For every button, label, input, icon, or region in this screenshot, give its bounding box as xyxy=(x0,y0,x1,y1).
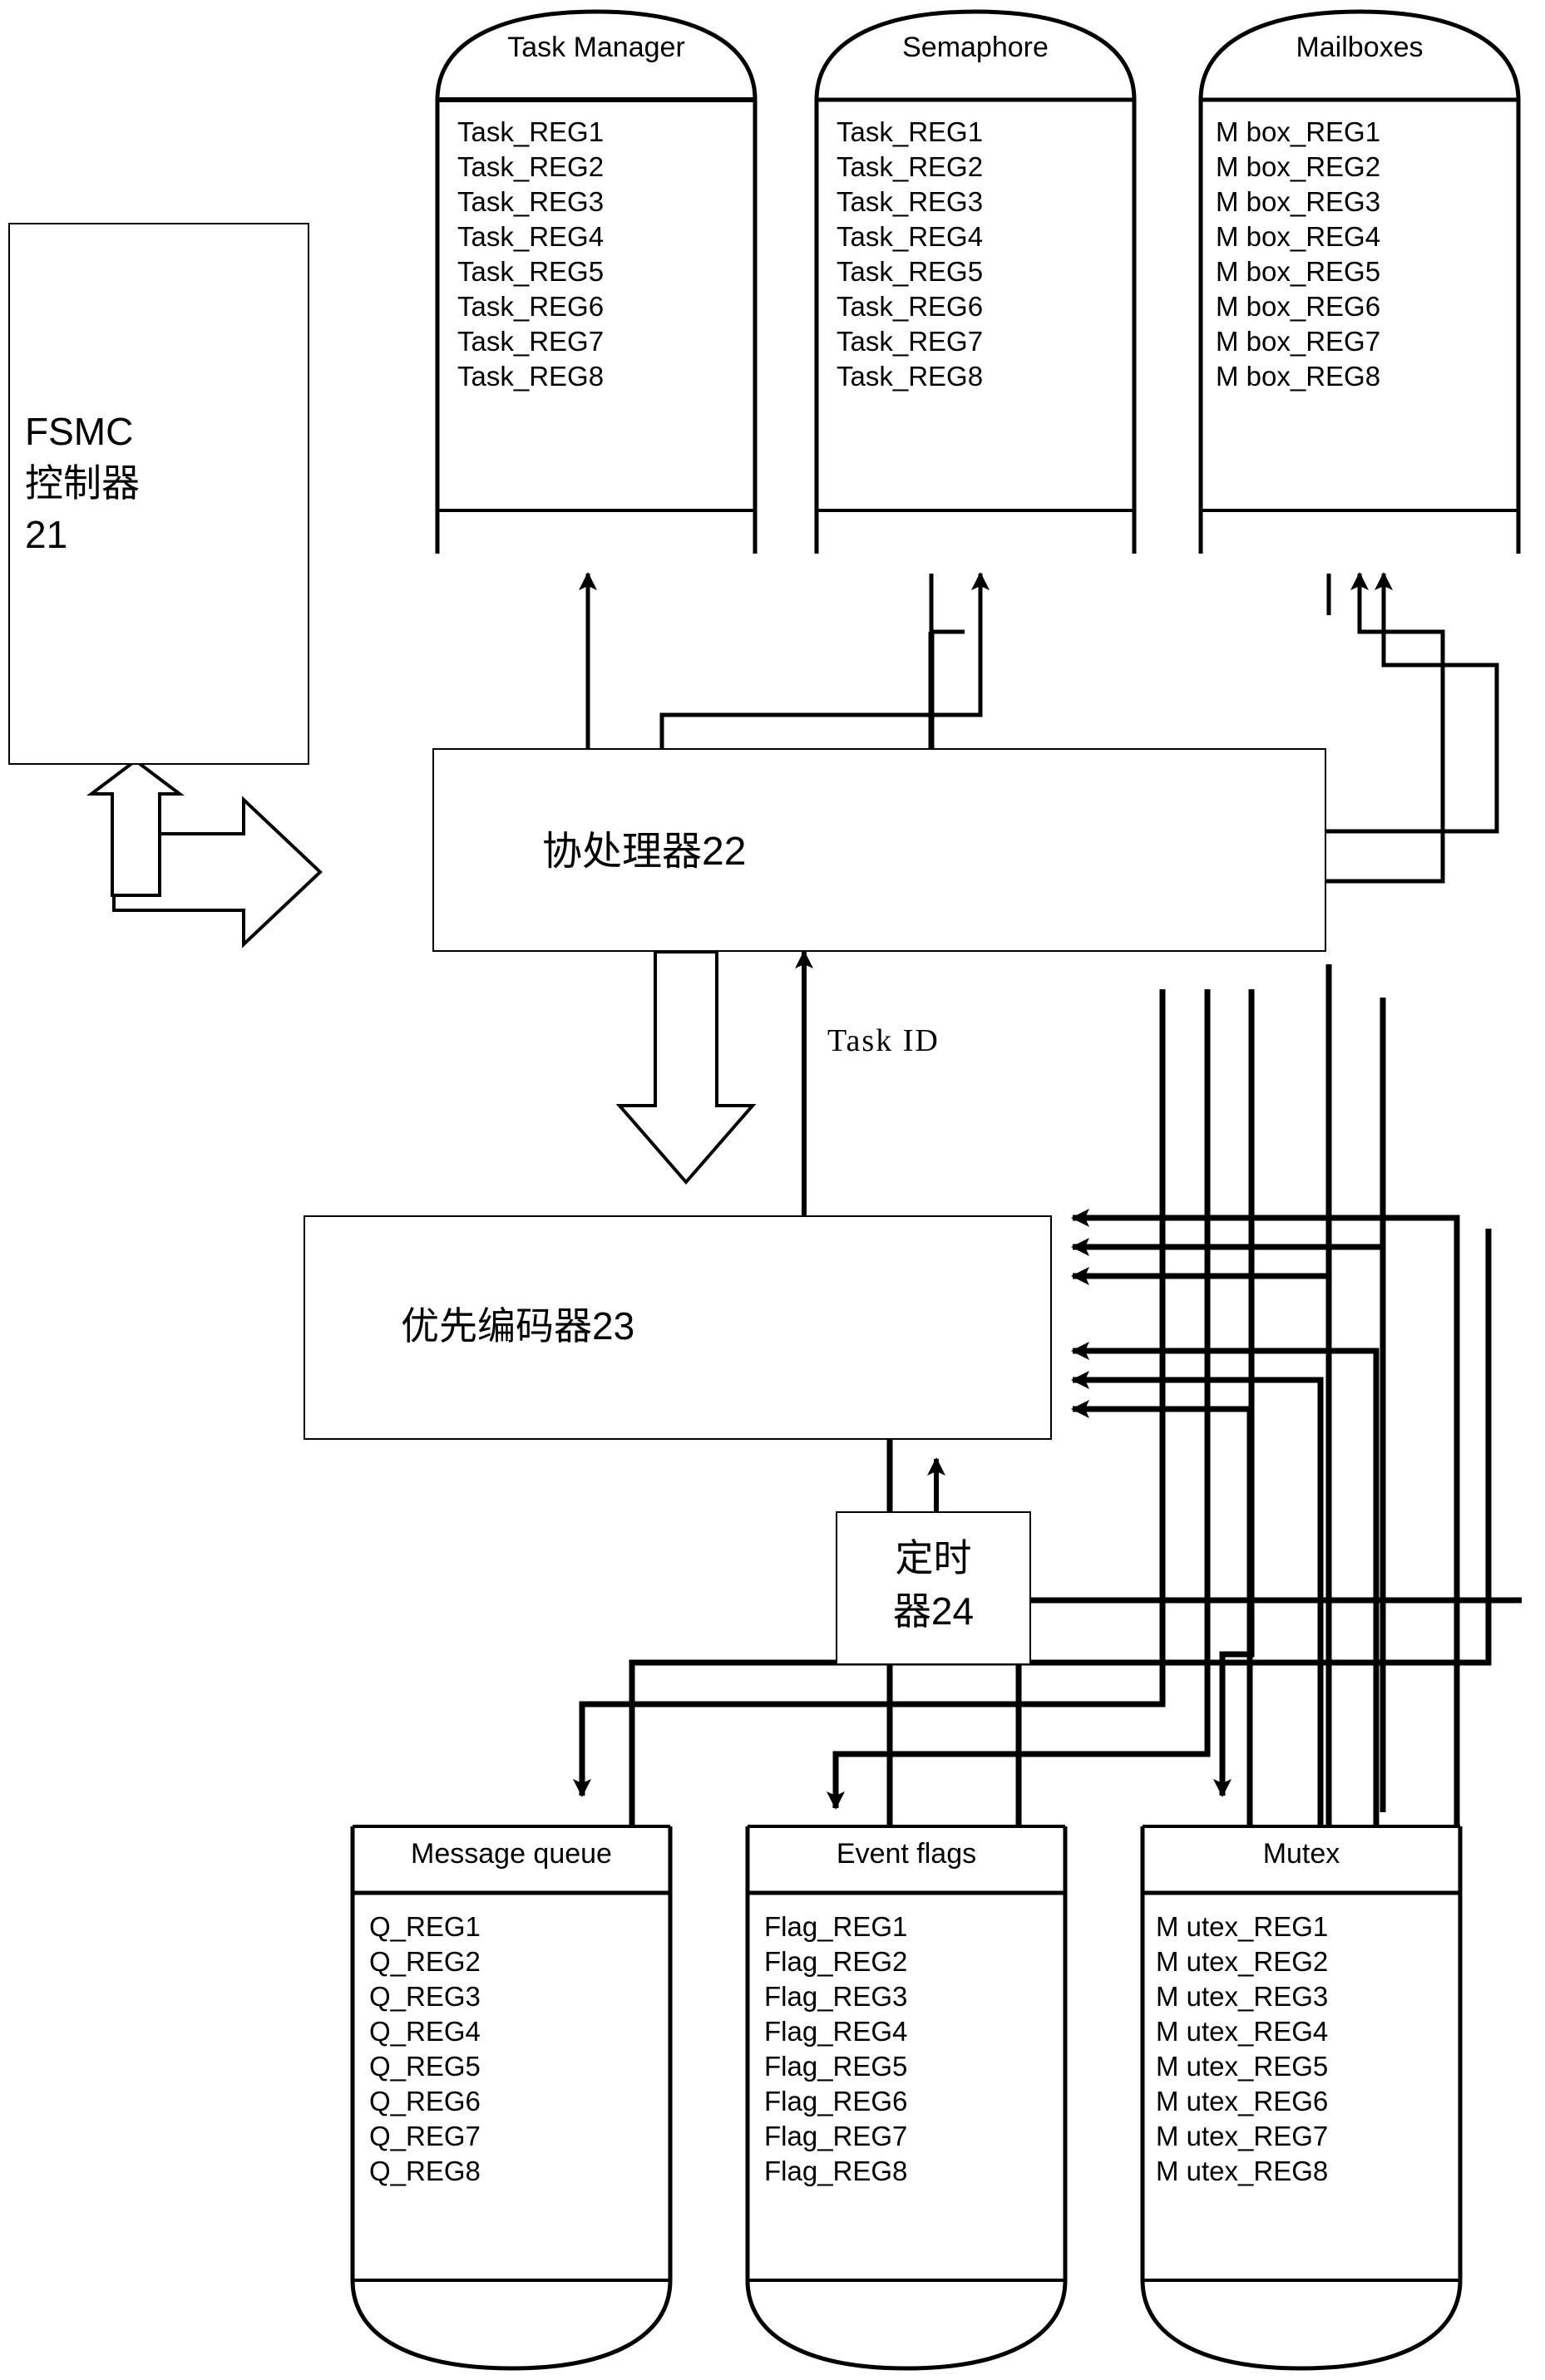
message-queue-register-list: Q_REG1 Q_REG2 Q_REG3 Q_REG4 Q_REG5 Q_REG… xyxy=(369,1909,481,2189)
task-id-wire-label: Task ID xyxy=(827,1023,940,1058)
register-item: Task_REG5 xyxy=(837,256,984,287)
register-item: M box_REG4 xyxy=(1216,221,1381,252)
register-item: Flag_REG2 xyxy=(764,1946,908,1977)
register-item: M utex_REG5 xyxy=(1156,2051,1329,2082)
mailboxes-block: Mailboxes M box_REG1 M box_REG2 M box_RE… xyxy=(1197,8,1522,557)
register-item: Task_REG8 xyxy=(457,361,605,392)
priority-encoder-block: 优先编码器23 xyxy=(304,1215,1052,1440)
register-item: M utex_REG1 xyxy=(1156,1911,1329,1942)
register-item: M box_REG3 xyxy=(1216,186,1381,217)
register-item: Flag_REG5 xyxy=(764,2051,908,2082)
semaphore-block: Semaphore Task_REG1 Task_REG2 Task_REG3 … xyxy=(813,8,1138,557)
register-item: Q_REG8 xyxy=(369,2156,481,2186)
event-flags-register-list: Flag_REG1 Flag_REG2 Flag_REG3 Flag_REG4 … xyxy=(764,1909,907,2189)
task-manager-title: Task Manager xyxy=(507,32,685,63)
register-item: Task_REG6 xyxy=(457,291,605,322)
register-item: M box_REG8 xyxy=(1216,361,1381,392)
register-item: Task_REG6 xyxy=(837,291,984,322)
diagram-canvas: FSMC 控制器 21 协处理器22 优先编码器23 定时 器24 Task M… xyxy=(0,0,1545,2380)
timer-block: 定时 器24 xyxy=(836,1511,1031,1665)
register-item: Task_REG4 xyxy=(457,221,605,252)
register-item: M utex_REG6 xyxy=(1156,2086,1329,2116)
timer-label: 定时 器24 xyxy=(892,1536,975,1633)
register-item: Q_REG2 xyxy=(369,1946,481,1977)
mutex-block: Mutex M utex_REG1 M utex_REG2 M utex_REG… xyxy=(1139,1816,1464,2372)
register-item: M utex_REG2 xyxy=(1156,1946,1329,1977)
event-flags-title: Event flags xyxy=(836,1838,977,1870)
register-item: Flag_REG4 xyxy=(764,2016,908,2047)
priority-encoder-label: 优先编码器23 xyxy=(401,1304,635,1348)
register-item: Q_REG6 xyxy=(369,2086,481,2116)
register-item: M box_REG5 xyxy=(1216,256,1381,287)
register-item: Q_REG7 xyxy=(369,2121,481,2151)
register-item: M utex_REG4 xyxy=(1156,2016,1329,2047)
mutex-register-list: M utex_REG1 M utex_REG2 M utex_REG3 M ut… xyxy=(1156,1909,1328,2189)
mutex-title: Mutex xyxy=(1262,1838,1340,1870)
register-item: Flag_REG6 xyxy=(764,2086,908,2116)
mailboxes-register-list: M box_REG1 M box_REG2 M box_REG3 M box_R… xyxy=(1216,115,1380,394)
message-queue-block: Message queue Q_REG1 Q_REG2 Q_REG3 Q_REG… xyxy=(349,1816,674,2372)
register-item: Q_REG4 xyxy=(369,2016,481,2047)
fsmc-controller-label: FSMC 控制器 21 xyxy=(25,410,140,556)
register-item: Task_REG7 xyxy=(457,326,605,357)
register-item: M box_REG7 xyxy=(1216,326,1381,357)
register-item: Flag_REG3 xyxy=(764,1981,908,2012)
register-item: Flag_REG1 xyxy=(764,1911,908,1942)
register-item: M utex_REG7 xyxy=(1156,2121,1329,2151)
message-queue-title: Message queue xyxy=(411,1838,612,1870)
coprocessor-block: 协处理器22 xyxy=(432,748,1326,952)
register-item: M box_REG2 xyxy=(1216,151,1381,182)
register-item: Q_REG1 xyxy=(369,1911,481,1942)
register-item: M utex_REG3 xyxy=(1156,1981,1329,2012)
register-item: Task_REG7 xyxy=(837,326,984,357)
register-item: M utex_REG8 xyxy=(1156,2156,1329,2186)
register-item: Q_REG3 xyxy=(369,1981,481,2012)
register-item: M box_REG1 xyxy=(1216,116,1381,147)
register-item: Flag_REG8 xyxy=(764,2156,908,2186)
register-item: Flag_REG7 xyxy=(764,2121,908,2151)
register-item: Task_REG1 xyxy=(457,116,605,147)
register-item: Task_REG3 xyxy=(837,186,984,217)
register-item: Task_REG2 xyxy=(457,151,605,182)
register-item: Task_REG1 xyxy=(837,116,984,147)
task-manager-register-list: Task_REG1 Task_REG2 Task_REG3 Task_REG4 … xyxy=(457,115,604,394)
register-item: Q_REG5 xyxy=(369,2051,481,2082)
register-item: Task_REG8 xyxy=(837,361,984,392)
register-item: Task_REG4 xyxy=(837,221,984,252)
register-item: Task_REG2 xyxy=(837,151,984,182)
mailboxes-title: Mailboxes xyxy=(1296,32,1424,63)
fsmc-controller-block: FSMC 控制器 21 xyxy=(8,223,309,765)
register-item: Task_REG3 xyxy=(457,186,605,217)
event-flags-block: Event flags Flag_REG1 Flag_REG2 Flag_REG… xyxy=(744,1816,1069,2372)
coprocessor-label: 协处理器22 xyxy=(542,830,747,874)
task-manager-block: Task Manager Task_REG1 Task_REG2 Task_RE… xyxy=(434,8,758,557)
semaphore-title: Semaphore xyxy=(902,32,1049,63)
semaphore-register-list: Task_REG1 Task_REG2 Task_REG3 Task_REG4 … xyxy=(837,115,983,394)
register-item: Task_REG5 xyxy=(457,256,605,287)
register-item: M box_REG6 xyxy=(1216,291,1381,322)
